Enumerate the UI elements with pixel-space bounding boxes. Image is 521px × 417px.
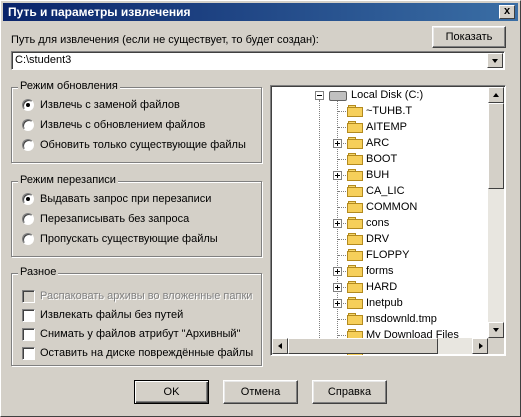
tree-connector	[338, 335, 346, 336]
expand-icon[interactable]	[333, 171, 342, 180]
combo-dropdown-button[interactable]	[487, 53, 503, 68]
folder-icon	[347, 121, 363, 133]
folder-icon	[347, 217, 363, 229]
ok-button[interactable]: OK	[134, 380, 209, 404]
misc-group: Разное Распаковать архивы во вложенные п…	[11, 266, 262, 366]
close-button[interactable]: x	[499, 5, 515, 19]
show-button[interactable]: Показать	[432, 26, 506, 48]
vertical-scroll-thumb[interactable]	[488, 103, 504, 189]
checkbox	[22, 290, 35, 303]
tree-node-label: forms	[366, 265, 394, 277]
tree-node-label: DRV	[366, 233, 390, 245]
collapse-icon[interactable]	[315, 91, 324, 100]
tree-node-label: CA_LIC	[366, 185, 405, 197]
folder-icon	[347, 169, 363, 181]
tree-connector	[338, 239, 346, 240]
scroll-right-button[interactable]	[472, 338, 488, 354]
update-mode-title: Режим обновления	[18, 80, 120, 92]
radio-button[interactable]	[22, 193, 34, 205]
tree-connector	[338, 319, 346, 320]
tree-node-label: cons	[366, 217, 390, 229]
checkbox[interactable]	[22, 347, 35, 360]
cancel-button[interactable]: Отмена	[223, 380, 298, 404]
overwrite-mode-group: Режим перезаписи Выдавать запрос при пер…	[11, 174, 262, 257]
folder-icon	[347, 201, 363, 213]
tree-node-label: FLOPPY	[366, 249, 410, 261]
radio-button[interactable]	[22, 99, 34, 111]
path-label: Путь для извлечения (если не существует,…	[11, 34, 319, 46]
folder-icon	[347, 249, 363, 261]
folder-icon	[347, 265, 363, 277]
close-icon: x	[503, 5, 511, 17]
horizontal-scroll-thumb[interactable]	[288, 338, 438, 354]
expand-icon[interactable]	[333, 267, 342, 276]
vertical-scrollbar[interactable]	[488, 87, 504, 338]
update-mode-group: Режим обновления Извлечь с заменой файло…	[11, 80, 262, 163]
scroll-down-button[interactable]	[488, 322, 504, 338]
tree-connector	[338, 159, 346, 160]
tree-node-label: msdownld.tmp	[366, 313, 437, 325]
extraction-dialog: Путь и параметры извлечения x Путь для и…	[0, 0, 521, 417]
horizontal-scrollbar[interactable]	[272, 338, 488, 354]
tree-connector	[338, 111, 346, 112]
checkbox[interactable]	[22, 309, 35, 322]
tree-connector	[338, 191, 346, 192]
radio-button[interactable]	[22, 233, 34, 245]
tree-node-label: COMMON	[366, 201, 418, 213]
folder-icon	[347, 153, 363, 165]
scroll-up-button[interactable]	[488, 87, 504, 103]
expand-icon[interactable]	[333, 219, 342, 228]
folder-icon	[347, 313, 363, 325]
folder-icon	[347, 185, 363, 197]
tree-connector	[338, 207, 346, 208]
tree-node-label: AITEMP	[366, 121, 407, 133]
overwrite-mode-title: Режим перезаписи	[18, 174, 118, 186]
tree-node-label: Inetpub	[366, 297, 403, 309]
window-title: Путь и параметры извлечения	[8, 5, 191, 19]
tree-connector	[338, 255, 346, 256]
tree-node-label: ARC	[366, 137, 390, 149]
tree-guide-line	[319, 100, 320, 340]
radio-button[interactable]	[22, 213, 34, 225]
radio-button[interactable]	[22, 119, 34, 131]
expand-icon[interactable]	[333, 283, 342, 292]
expand-icon[interactable]	[333, 299, 342, 308]
folder-icon	[347, 105, 363, 117]
tree-connector	[338, 127, 346, 128]
folder-icon	[347, 281, 363, 293]
misc-title: Разное	[18, 266, 59, 278]
drive-icon	[329, 91, 347, 101]
tree-node-label: BUH	[366, 169, 390, 181]
expand-icon[interactable]	[333, 139, 342, 148]
scroll-corner	[488, 338, 504, 354]
scroll-left-button[interactable]	[272, 338, 288, 354]
folder-icon	[347, 297, 363, 309]
checkbox[interactable]	[22, 328, 35, 341]
folder-tree[interactable]: Local Disk (C:) ~TUHB.T AITEMP ARC BOOT BUH C…	[270, 85, 506, 356]
path-combobox[interactable]: C:\student3	[11, 51, 505, 70]
tree-node-label: HARD	[366, 281, 398, 293]
radio-button[interactable]	[22, 139, 34, 151]
tree-node-label: BOOT	[366, 153, 398, 165]
folder-icon	[347, 137, 363, 149]
folder-icon	[347, 233, 363, 245]
tree-node-label: ~TUHB.T	[366, 105, 413, 117]
help-button[interactable]: Справка	[312, 380, 387, 404]
path-input[interactable]: C:\student3	[15, 54, 71, 66]
title-bar: Путь и параметры извлечения x	[3, 3, 518, 21]
